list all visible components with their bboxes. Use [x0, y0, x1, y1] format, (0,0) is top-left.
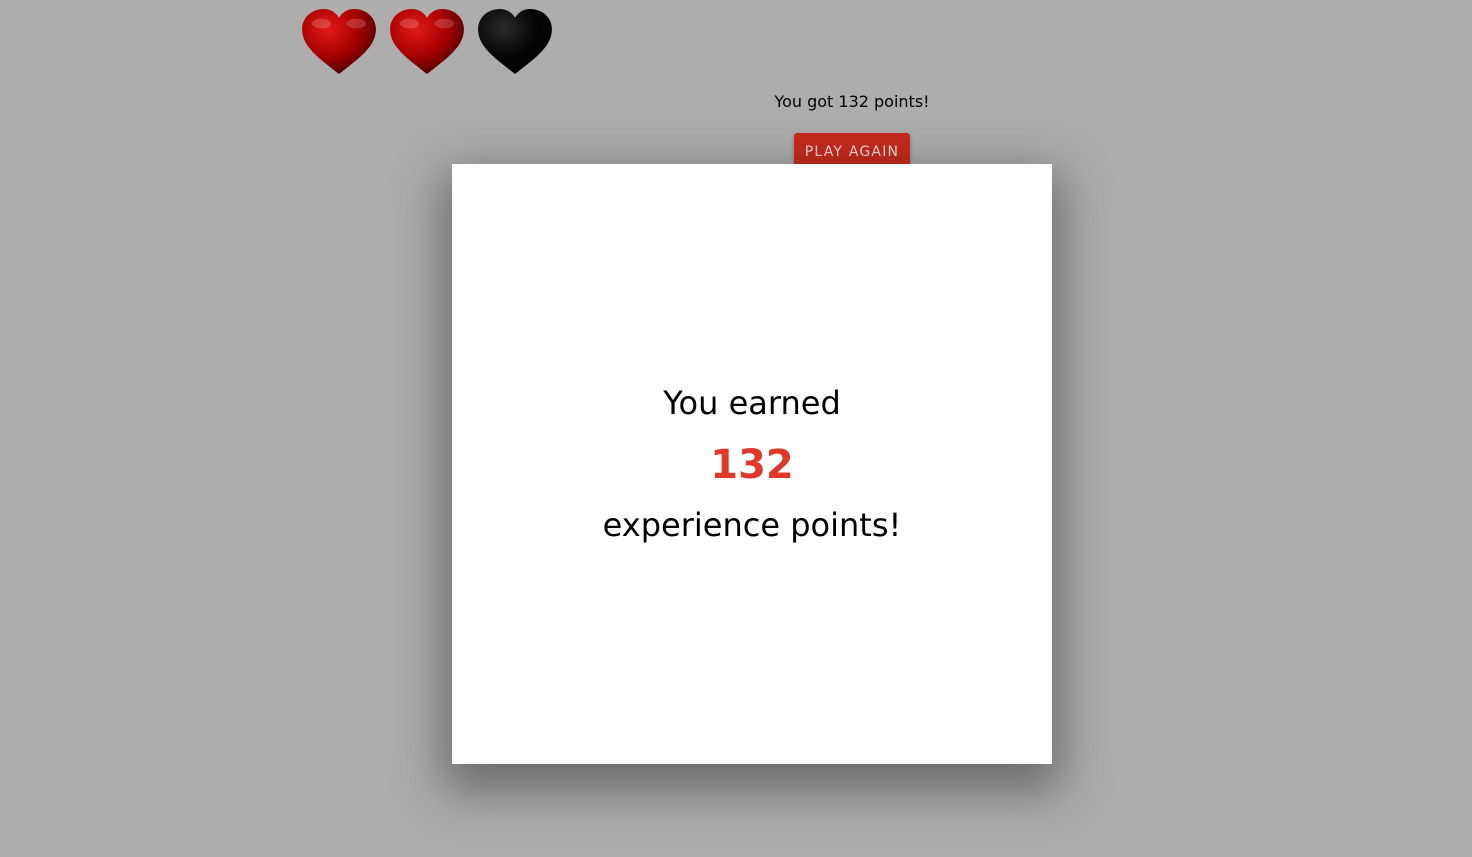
heart-empty-icon: [478, 8, 552, 75]
lives-indicator: [300, 8, 554, 76]
experience-modal: You earned 132 experience points!: [452, 164, 1052, 764]
game-screen: You got 132 points! PLAY AGAIN You earne…: [0, 0, 1472, 857]
modal-points-value: 132: [710, 442, 794, 488]
heart-full-icon: [302, 8, 376, 75]
score-text: You got 132 points!: [774, 92, 930, 111]
heart-full-icon: [390, 8, 464, 75]
modal-experience-text: experience points!: [602, 506, 902, 544]
modal-earned-text: You earned: [663, 384, 841, 422]
